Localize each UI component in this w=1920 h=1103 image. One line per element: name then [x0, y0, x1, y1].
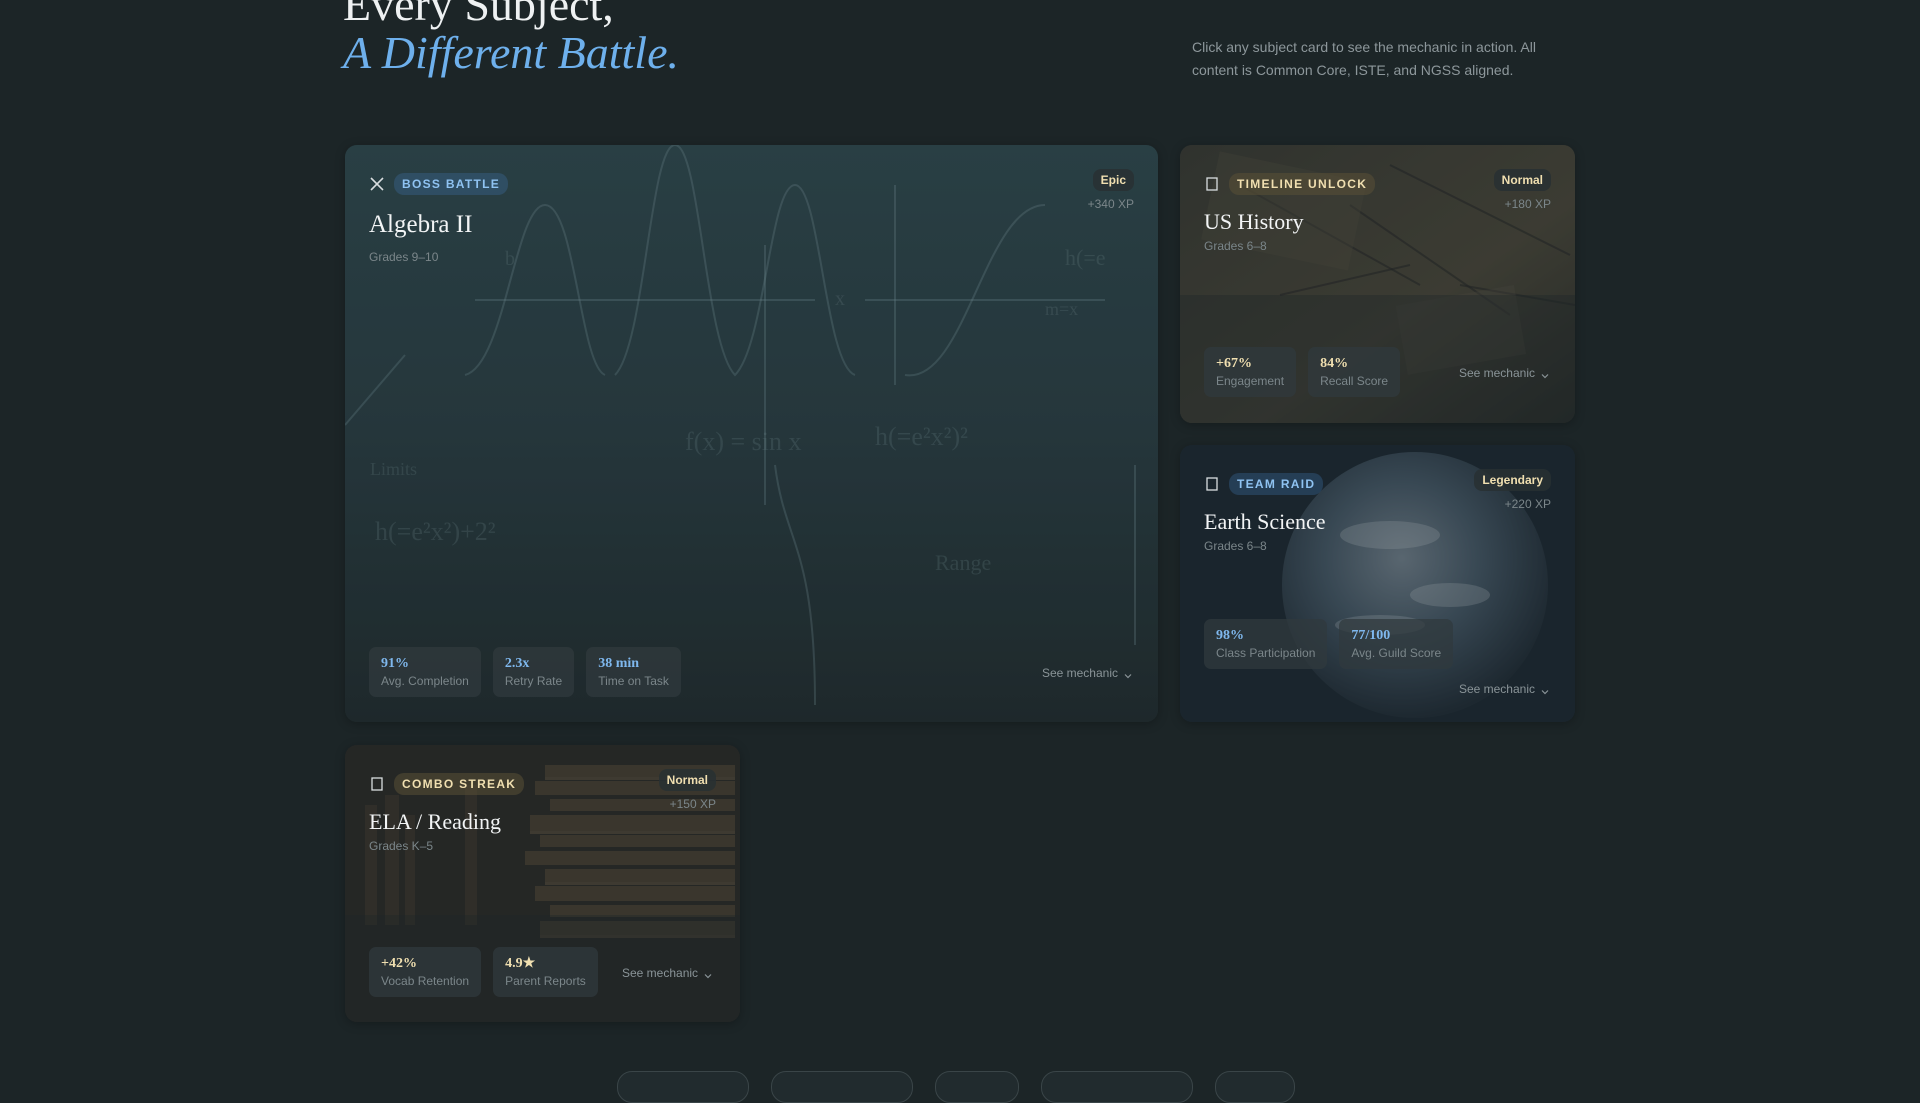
card-title: US History	[1204, 209, 1304, 234]
filter-pill-row	[617, 1071, 1295, 1103]
mechanic-tag: COMBO STREAK	[394, 773, 525, 795]
chevron-down-icon	[1541, 369, 1549, 379]
filter-pill[interactable]	[771, 1071, 913, 1103]
difficulty-badge: Epic	[1092, 169, 1134, 191]
scroll-icon	[1204, 176, 1220, 192]
stat-value: +67%	[1216, 356, 1252, 371]
filter-pill[interactable]	[617, 1071, 749, 1103]
mechanic-tag: TIMELINE UNLOCK	[1229, 173, 1376, 195]
see-mechanic-label: See mechanic	[622, 966, 699, 980]
stat-value: 98%	[1216, 628, 1244, 643]
stat-label: Retry Rate	[504, 674, 563, 688]
card-grades: Grades 6–8	[1204, 239, 1267, 253]
see-mechanic-label: See mechanic	[1458, 366, 1535, 380]
stat-box: +67% Engagement	[1204, 347, 1297, 397]
stat-value: 2.3x	[504, 656, 530, 671]
card-tag-row: TEAM RAID	[1204, 473, 1324, 495]
stat-value: 4.9★	[505, 956, 536, 971]
stats-row: +67% Engagement 84% Recall Score	[1204, 347, 1401, 397]
xp-reward: +220 XP	[1504, 497, 1551, 511]
stat-label: Class Participation	[1216, 646, 1316, 660]
stat-box: 84% Recall Score	[1308, 347, 1401, 397]
stat-box: 77/100 Avg. Guild Score	[1339, 619, 1454, 669]
xp-reward: +150 XP	[669, 797, 716, 811]
xp-reward: +180 XP	[1504, 197, 1551, 211]
section-heading-line2: A Different Battle.	[343, 27, 679, 78]
stats-row: 91% Avg. Completion 2.3x Retry Rate 38 m…	[369, 647, 681, 697]
see-mechanic-label: See mechanic	[1458, 682, 1535, 696]
stat-label: Avg. Completion	[381, 674, 469, 688]
crossed-swords-icon	[369, 176, 385, 192]
stat-label: Time on Task	[598, 674, 669, 688]
card-tag-row: COMBO STREAK	[369, 773, 525, 795]
mechanic-tag: TEAM RAID	[1229, 473, 1324, 495]
chevron-down-icon	[704, 969, 712, 979]
see-mechanic-toggle[interactable]: See mechanic	[622, 966, 712, 980]
globe-icon	[1204, 476, 1220, 492]
stat-label: Recall Score	[1320, 374, 1389, 388]
subject-card-algebra[interactable]: f(x) = sin x h(=e²x²)² h(=e²x²)+2² Limit…	[345, 145, 1158, 722]
card-title: Earth Science	[1204, 509, 1326, 534]
card-grades: Grades 9–10	[369, 250, 439, 264]
card-tag-row: TIMELINE UNLOCK	[1204, 173, 1376, 195]
stat-value: 77/100	[1351, 628, 1391, 643]
see-mechanic-toggle[interactable]: See mechanic	[1459, 366, 1549, 380]
stat-value: 91%	[381, 656, 409, 671]
card-title: Algebra II	[369, 211, 473, 238]
stat-label: Avg. Guild Score	[1351, 646, 1442, 660]
stat-box: 98% Class Participation	[1204, 619, 1328, 669]
xp-reward: +340 XP	[1087, 197, 1134, 211]
difficulty-badge: Normal	[1493, 169, 1551, 191]
stat-box: 38 min Time on Task	[586, 647, 681, 697]
section-intro-text: Click any subject card to see the mechan…	[1192, 39, 1536, 78]
stat-label: Vocab Retention	[381, 974, 470, 988]
stat-value: 38 min	[598, 656, 640, 671]
stat-label: Parent Reports	[505, 974, 586, 988]
book-icon	[369, 776, 385, 792]
card-title: ELA / Reading	[369, 809, 501, 834]
stat-label: Engagement	[1216, 374, 1285, 388]
stat-value: 84%	[1320, 356, 1349, 371]
subject-card-ela-reading[interactable]: COMBO STREAK ELA / Reading Grades K–5 No…	[345, 745, 740, 1022]
filter-pill[interactable]	[1215, 1071, 1295, 1103]
subject-card-us-history[interactable]: TIMELINE UNLOCK US History Grades 6–8 No…	[1180, 145, 1575, 423]
see-mechanic-label: See mechanic	[1041, 666, 1118, 680]
stat-box: 2.3x Retry Rate	[492, 647, 575, 697]
stats-row: 98% Class Participation 77/100 Avg. Guil…	[1204, 619, 1454, 669]
card-grades: Grades K–5	[369, 839, 434, 853]
stat-box: 4.9★ Parent Reports	[493, 947, 598, 997]
stats-row: +42% Vocab Retention 4.9★ Parent Reports	[369, 947, 598, 997]
difficulty-badge: Normal	[658, 769, 716, 791]
card-grades: Grades 6–8	[1204, 539, 1267, 553]
subject-card-earth-science[interactable]: TEAM RAID Earth Science Grades 6–8 Legen…	[1180, 445, 1575, 722]
section-heading-line1: Every Subject,	[343, 0, 614, 30]
chevron-down-icon	[1124, 669, 1132, 679]
stat-box: +42% Vocab Retention	[369, 947, 482, 997]
filter-pill[interactable]	[935, 1071, 1019, 1103]
chevron-down-icon	[1541, 685, 1549, 695]
mechanic-tag: BOSS BATTLE	[394, 173, 509, 195]
stat-value: +42%	[381, 956, 417, 971]
filter-pill[interactable]	[1041, 1071, 1193, 1103]
card-tag-row: BOSS BATTLE	[369, 173, 509, 195]
see-mechanic-toggle[interactable]: See mechanic	[1042, 666, 1132, 680]
see-mechanic-toggle[interactable]: See mechanic	[1459, 682, 1549, 696]
stat-box: 91% Avg. Completion	[369, 647, 481, 697]
difficulty-badge: Legendary	[1474, 469, 1551, 491]
